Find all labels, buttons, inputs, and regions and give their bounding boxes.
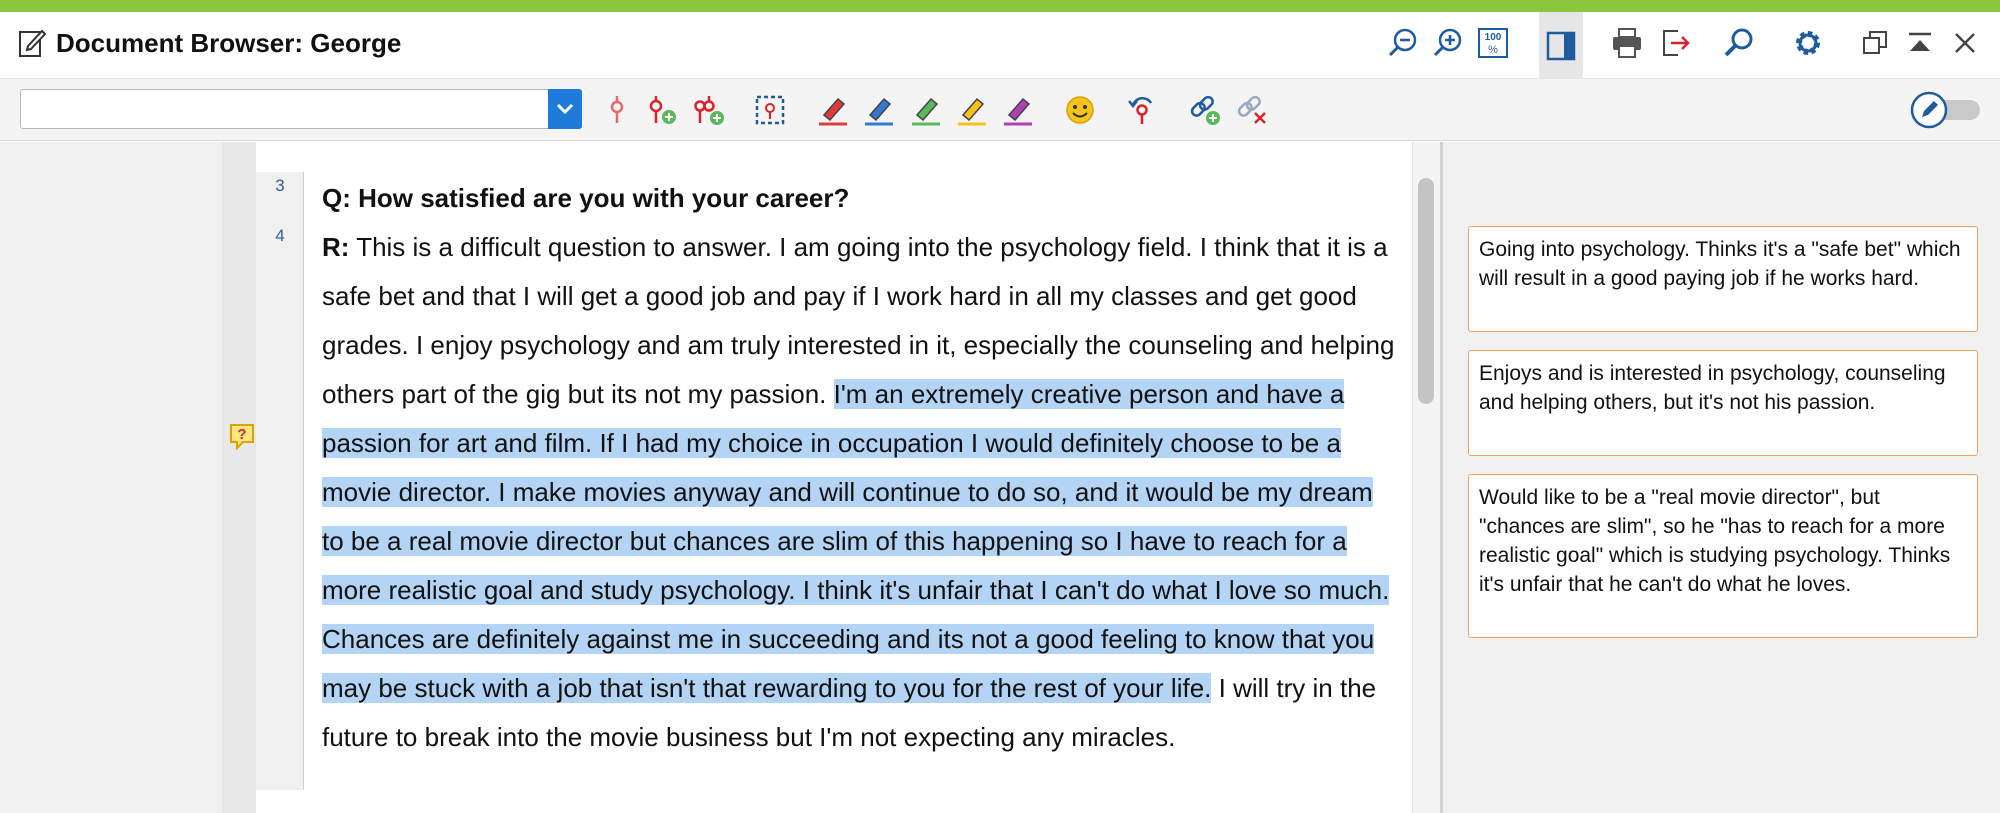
question-label: Q: xyxy=(322,183,351,213)
code-add-icon xyxy=(649,96,676,124)
emoticode-button[interactable] xyxy=(1060,90,1100,130)
coded-segment-highlight[interactable]: I'm an extremely creative person and hav… xyxy=(322,379,1390,703)
restore-window-button[interactable] xyxy=(1855,23,1895,63)
highlighter-red-button[interactable] xyxy=(813,90,853,130)
emoticode-smiley-icon xyxy=(1066,96,1094,124)
collapse-up-icon xyxy=(1909,32,1931,51)
memo-text: Enjoys and is interested in psychology, … xyxy=(1479,362,1946,414)
highlighter-green-icon xyxy=(912,97,940,126)
code-add-multi-icon xyxy=(694,96,724,125)
recode-icon xyxy=(1128,96,1153,124)
scrollbar-thumb[interactable] xyxy=(1418,178,1434,404)
svg-text:100: 100 xyxy=(1485,32,1502,43)
collapse-button[interactable] xyxy=(1900,23,1940,63)
select-area-icon xyxy=(755,95,785,125)
window-title: Document Browser: George xyxy=(56,28,402,58)
toolbar xyxy=(0,79,2000,141)
memo-card[interactable]: Going into psychology. Thinks it's a "sa… xyxy=(1468,226,1978,332)
memo-text: Going into psychology. Thinks it's a "sa… xyxy=(1479,238,1961,290)
question-text: How satisfied are you with your career? xyxy=(350,183,850,213)
edit-pencil-toggle-icon xyxy=(1910,91,1980,129)
restore-window-icon xyxy=(1863,31,1887,54)
highlighter-purple-icon xyxy=(1004,97,1032,126)
edit-mode-toggle[interactable] xyxy=(1910,91,1982,129)
svg-text:?: ? xyxy=(237,426,246,443)
link-add-icon xyxy=(1190,95,1220,125)
response-label: R: xyxy=(322,232,350,262)
code-margin xyxy=(0,142,222,813)
accent-bar xyxy=(0,0,2000,12)
settings-button[interactable] xyxy=(1788,23,1828,63)
memo-text: Would like to be a "real movie director"… xyxy=(1479,486,1951,596)
highlighter-blue-icon xyxy=(865,97,893,126)
zoom-100-icon: 100% xyxy=(1478,28,1508,58)
close-icon xyxy=(1955,33,1975,53)
zoom-in-icon xyxy=(1433,28,1462,57)
zoom-out-icon xyxy=(1388,28,1417,57)
code-add-button[interactable] xyxy=(641,90,681,130)
edit-document-icon xyxy=(18,28,47,58)
code-icon xyxy=(610,96,624,123)
highlighter-purple-button[interactable] xyxy=(998,90,1038,130)
print-button[interactable] xyxy=(1607,23,1647,63)
link-add-button[interactable] xyxy=(1185,90,1225,130)
document-view[interactable]: Q: How satisfied are you with your caree… xyxy=(304,142,1412,813)
highlighter-green-button[interactable] xyxy=(906,90,946,130)
highlighter-yellow-button[interactable] xyxy=(952,90,992,130)
export-button[interactable] xyxy=(1655,23,1695,63)
question-paragraph[interactable]: Q: How satisfied are you with your caree… xyxy=(322,174,1397,223)
link-remove-button[interactable] xyxy=(1232,90,1272,130)
search-icon xyxy=(1724,28,1753,57)
svg-text:%: % xyxy=(1488,44,1498,56)
code-combobox[interactable] xyxy=(20,89,582,129)
recode-button[interactable] xyxy=(1122,90,1162,130)
response-paragraph[interactable]: R: This is a difficult question to answe… xyxy=(322,223,1397,762)
highlighter-red-icon xyxy=(819,97,847,126)
highlighter-yellow-icon xyxy=(958,97,986,126)
zoom-in-button[interactable] xyxy=(1428,23,1468,63)
chevron-down-icon xyxy=(556,103,574,115)
memo-question-icon[interactable]: ? xyxy=(228,422,256,451)
memo-card[interactable]: Would like to be a "real movie director"… xyxy=(1468,474,1978,638)
document-text[interactable]: Q: How satisfied are you with your caree… xyxy=(322,174,1397,762)
zoom-out-button[interactable] xyxy=(1383,23,1423,63)
settings-gear-icon xyxy=(1796,31,1820,55)
select-area-button[interactable] xyxy=(750,90,790,130)
search-button[interactable] xyxy=(1719,23,1759,63)
code-button[interactable] xyxy=(597,90,637,130)
export-icon xyxy=(1663,30,1690,56)
side-panel-toggle[interactable] xyxy=(1539,12,1583,79)
code-add-multi-button[interactable] xyxy=(688,90,728,130)
title-bar: Document Browser: George 100% xyxy=(0,12,2000,79)
highlighter-blue-button[interactable] xyxy=(859,90,899,130)
zoom-100-button[interactable]: 100% xyxy=(1473,23,1513,63)
link-remove-icon xyxy=(1237,95,1266,124)
line-number-cell xyxy=(256,142,304,172)
line-number: 3 xyxy=(275,176,285,195)
line-number-cell xyxy=(256,790,304,813)
memo-card[interactable]: Enjoys and is interested in psychology, … xyxy=(1468,350,1978,456)
print-icon xyxy=(1613,28,1641,58)
code-combobox-dropdown[interactable] xyxy=(548,89,582,129)
close-button[interactable] xyxy=(1945,23,1985,63)
memo-margin xyxy=(222,142,256,813)
line-number: 4 xyxy=(275,226,285,245)
side-panel-icon xyxy=(1546,31,1576,60)
